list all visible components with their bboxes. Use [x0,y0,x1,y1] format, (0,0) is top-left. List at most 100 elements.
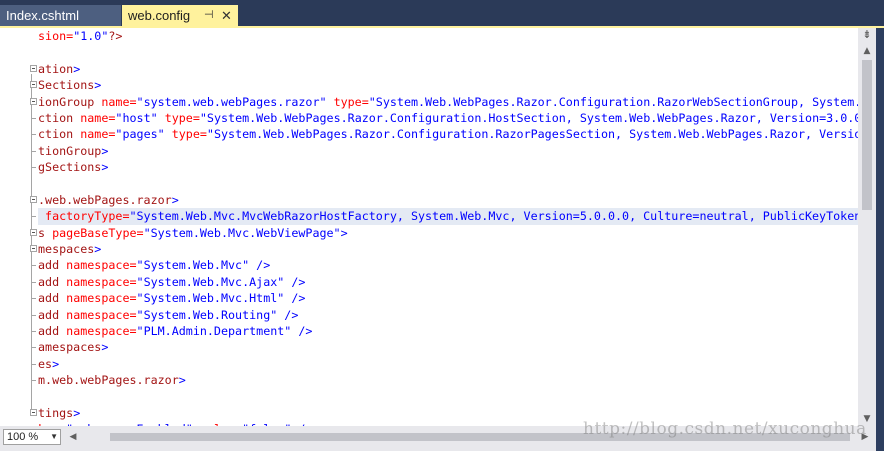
code-line[interactable]: ction name="host" type="System.Web.WebPa… [31,110,858,126]
collapse-toggle-icon[interactable] [30,81,37,89]
code-token: type= [164,127,207,142]
code-token: .web.webPages.razor [38,192,172,207]
code-line[interactable]: Sections> [30,77,858,93]
code-token: type= [157,110,200,125]
collapse-toggle-icon[interactable] [30,228,37,236]
code-line[interactable]: add namespace="System.Web.Mvc.Html" /> [31,290,858,306]
code-line[interactable]: add namespace="PLM.Admin.Department" /> [31,323,858,339]
code-token: amespaces [38,340,102,355]
code-token: add [38,258,67,273]
tab-index-cshtml[interactable]: Index.cshtml [0,5,121,26]
vertical-scroll-thumb[interactable] [862,60,872,210]
code-line[interactable]: ionGroup name="system.web.webPages.razor… [30,94,858,110]
code-token: type= [326,94,369,109]
code-token: "System.Web.Mvc.WebViewPage" [143,225,341,240]
code-token: "System.Web.WebPages.Razor.Configuration… [206,127,858,142]
collapse-toggle-icon[interactable] [30,97,37,105]
code-token: namespace= [66,324,137,339]
code-line[interactable] [38,176,858,192]
selection-margin[interactable] [0,28,22,426]
document-tab-strip: Index.cshtml web.config ⊣ ✕ [0,0,884,26]
outline-tick [31,298,36,300]
code-token: "System.Web.WebPages.Razor.Configuration… [368,94,858,109]
code-line[interactable]: mespaces> [30,241,858,257]
code-line[interactable] [38,44,858,60]
code-line[interactable] [38,389,858,405]
code-token: /> [249,258,271,273]
code-line[interactable]: ction name="pages" type="System.Web.WebP… [31,126,858,142]
code-token: > [340,225,348,240]
code-line[interactable]: add namespace="System.Web.Routing" /> [31,307,858,323]
scroll-left-arrow-icon[interactable]: ◀ [66,430,80,444]
tab-web-config[interactable]: web.config ⊣ ✕ [122,5,238,26]
code-line[interactable]: s pageBaseType="System.Web.Mvc.WebViewPa… [30,225,858,241]
code-token: "host" [115,110,158,125]
window-edge [876,28,884,451]
code-line[interactable]: sion="1.0"?> [38,28,858,44]
outline-tick [31,265,36,267]
code-token: "system.web.webPages.razor" [136,94,327,109]
code-token: sion= [38,29,74,43]
split-window-icon[interactable]: ⇟ [861,29,873,41]
code-token: gSections [38,160,102,175]
code-token: add [38,291,67,306]
code-line[interactable]: ation> [30,61,858,77]
chevron-down-icon[interactable]: ▼ [50,430,58,444]
code-token: > [101,143,109,158]
pin-icon[interactable]: ⊣ [204,5,214,26]
vertical-scrollbar[interactable]: ⇟ ▲ ▼ [858,28,876,426]
code-line[interactable]: .web.webPages.razor> [30,192,858,208]
code-line[interactable]: add namespace="System.Web.Mvc" /> [31,257,858,273]
code-line[interactable]: tionGroup> [31,143,858,159]
code-token: "1.0" [73,29,109,43]
collapse-toggle-icon[interactable] [30,408,37,416]
scroll-up-arrow-icon[interactable]: ▲ [858,44,876,58]
code-token: > [101,340,109,355]
zoom-level-dropdown[interactable]: 100 % ▼ [3,429,61,445]
code-token: "PLM.Admin.Department" [136,324,292,339]
outline-tick [31,363,36,365]
outline-tick [31,347,36,349]
code-line[interactable]: m.web.webPages.razor> [31,372,858,388]
code-token: ionGroup [38,94,102,109]
outline-tick [31,117,36,119]
outline-tick [31,167,36,169]
code-line[interactable]: add namespace="System.Web.Mvc.Ajax" /> [31,274,858,290]
code-token: s [38,225,53,240]
code-line[interactable]: es> [31,356,858,372]
code-token: "System.Web.Routing" [136,307,278,322]
code-token: add [38,307,67,322]
collapse-toggle-icon[interactable] [30,195,37,203]
close-icon[interactable]: ✕ [221,5,232,26]
outline-tick [31,150,36,152]
code-token: /> [284,291,306,306]
code-token: factoryType= [38,209,130,224]
code-token: namespace= [66,258,137,273]
code-token: > [171,192,179,207]
code-token: > [178,373,186,388]
collapse-toggle-icon[interactable] [30,245,37,253]
collapse-toggle-icon[interactable] [30,64,37,72]
outline-tick [31,380,36,382]
outline-tick [31,314,36,316]
tab-label: web.config [128,8,191,23]
code-token: tionGroup [38,143,102,158]
code-token: "System.Web.Mvc.Html" [136,291,285,306]
code-token: "pages" [115,127,165,142]
code-token: es [38,356,53,371]
code-token: Sections [38,78,95,93]
code-line[interactable]: factoryType="System.Web.Mvc.MvcWebRazorH… [31,208,858,225]
code-token: namespace= [66,291,137,306]
code-token: mespaces [38,242,95,257]
code-line[interactable]: amespaces> [31,339,858,355]
code-token: > [94,242,102,257]
code-token: > [94,78,102,93]
code-token: ?> [108,29,123,43]
code-token: m.web.webPages.razor [38,373,179,388]
code-line[interactable]: gSections> [31,159,858,175]
code-token: "System.Web.Mvc.MvcWebRazorHostFactory, … [129,209,858,224]
code-token: > [101,160,109,175]
code-token: > [73,405,81,420]
code-editor[interactable]: sion="1.0"?> ation> Sections> ionGroup name… [0,28,858,426]
watermark: http://blog.csdn.net/xuconghua [583,419,867,439]
